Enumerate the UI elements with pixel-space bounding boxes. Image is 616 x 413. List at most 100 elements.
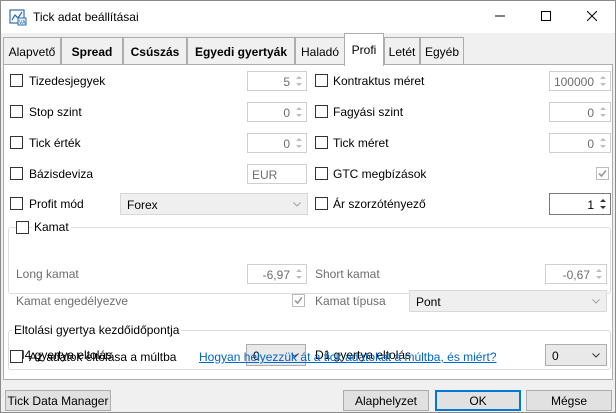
price-multiplier-checkbox[interactable] — [315, 197, 328, 210]
freeze-level-checkbox[interactable] — [315, 105, 328, 118]
maximize-icon — [541, 11, 551, 21]
tick-value-spinner[interactable]: 0 — [247, 133, 307, 153]
tab-spread[interactable]: Spread — [61, 37, 123, 65]
title-bar: VA Tick adat beállításai — [1, 1, 615, 33]
tab-label: Egyedi gyertyák — [194, 44, 288, 59]
swap-type-label: Kamat típusa — [315, 294, 386, 308]
tab-alapveto[interactable]: Alapvető — [3, 37, 61, 65]
spinner-arrows-icon — [296, 76, 302, 86]
base-currency-input[interactable]: EUR — [247, 164, 307, 184]
spinner-arrows-icon — [296, 269, 302, 279]
tick-data-manager-button[interactable]: Tick Data Manager — [5, 390, 111, 411]
swap-short-label: Short kamat — [315, 267, 380, 281]
spinner-arrows-icon — [600, 138, 606, 148]
app-icon: VA — [9, 8, 27, 26]
gtc-orders-label: GTC megbízások — [333, 167, 427, 181]
profit-mode-select[interactable]: Forex — [120, 193, 308, 215]
tab-strip: Alapvető Spread Csúszás Egyedi gyertyák … — [1, 33, 615, 66]
tab-label: Letét — [388, 44, 416, 59]
d1-shift-value: 0 — [552, 349, 559, 363]
reset-button[interactable]: Alaphelyzet — [343, 390, 429, 411]
tick-size-value: 0 — [587, 137, 594, 151]
tab-halado[interactable]: Haladó — [295, 37, 345, 65]
maximize-button[interactable] — [523, 1, 569, 31]
swap-short-spinner[interactable]: -0,67 — [545, 264, 607, 284]
swap-long-spinner[interactable]: -6,97 — [247, 264, 307, 284]
price-multiplier-spinner[interactable]: 1 — [549, 193, 611, 215]
tick-value-value: 0 — [283, 137, 290, 151]
tab-label: Spread — [71, 44, 113, 59]
tick-value-checkbox[interactable] — [10, 136, 23, 149]
price-multiplier-label: Ár szorzótényező — [333, 197, 426, 211]
contract-size-spinner[interactable]: 100000 — [549, 71, 611, 91]
tab-letet[interactable]: Letét — [384, 37, 420, 65]
profit-mode-checkbox[interactable] — [10, 197, 23, 210]
swap-enabled-label: Kamat engedélyezve — [16, 294, 129, 308]
tick-size-label: Tick méret — [333, 136, 389, 150]
swap-long-label: Long kamat — [16, 267, 79, 281]
tab-csuszas[interactable]: Csúszás — [123, 37, 187, 65]
tab-label: Alapvető — [8, 44, 56, 59]
contract-size-value: 100000 — [553, 75, 594, 89]
ok-button[interactable]: OK — [435, 390, 521, 411]
profit-mode-value: Forex — [127, 198, 158, 212]
base-currency-checkbox[interactable] — [10, 167, 23, 180]
decimals-label: Tizedesjegyek — [29, 74, 106, 88]
stop-level-spinner[interactable]: 0 — [247, 102, 307, 122]
window-title: Tick adat beállításai — [33, 10, 139, 24]
gtc-orders-checkbox[interactable] — [315, 167, 328, 180]
tick-size-spinner[interactable]: 0 — [549, 133, 611, 153]
tick-size-checkbox[interactable] — [315, 136, 328, 149]
profi-panel: Tizedesjegyek 5 Kontraktus méret 100000 … — [3, 64, 613, 380]
tab-egyedi-gyertyak[interactable]: Egyedi gyertyák — [187, 37, 295, 65]
decimals-spinner[interactable]: 5 — [247, 71, 307, 91]
tab-label: Csúszás — [130, 44, 180, 59]
tab-label: Profi — [351, 43, 377, 57]
shift-data-label: Az adatok eltolása a múltba — [29, 350, 177, 364]
contract-size-checkbox[interactable] — [315, 74, 328, 87]
close-button[interactable] — [569, 1, 615, 31]
tab-egyeb[interactable]: Egyéb — [420, 37, 464, 65]
minimize-icon — [495, 15, 505, 17]
tab-label: Haladó — [300, 44, 340, 59]
swap-type-value: Pont — [416, 295, 441, 309]
decimals-checkbox[interactable] — [10, 74, 23, 87]
spinner-arrows-icon — [600, 199, 606, 209]
tick-value-label: Tick érték — [29, 136, 81, 150]
spinner-arrows-icon — [296, 138, 302, 148]
minimize-button[interactable] — [477, 1, 523, 31]
tab-profi[interactable]: Profi — [344, 33, 384, 66]
swap-type-select[interactable]: Pont — [409, 290, 607, 312]
close-icon — [587, 11, 597, 21]
chevron-down-icon — [293, 202, 301, 207]
stop-level-label: Stop szint — [29, 105, 82, 119]
swap-enabled-checkbox[interactable] — [292, 294, 305, 307]
spinner-arrows-icon — [596, 269, 602, 279]
shift-data-help-link[interactable]: Hogyan helyezzük át a tick adatokat a mú… — [199, 350, 497, 364]
price-multiplier-value: 1 — [587, 198, 594, 212]
d1-shift-select[interactable]: 0 — [545, 344, 607, 366]
freeze-level-label: Fagyási szint — [333, 105, 404, 119]
decimals-value: 5 — [283, 75, 290, 89]
cancel-button[interactable]: Mégse — [526, 390, 612, 411]
stop-level-value: 0 — [283, 106, 290, 120]
shift-group-title: Eltolási gyertya kezdőidőpontja — [12, 323, 182, 337]
base-currency-value: EUR — [252, 168, 278, 182]
contract-size-label: Kontraktus méret — [333, 74, 425, 88]
spinner-arrows-icon — [600, 76, 606, 86]
stop-level-checkbox[interactable] — [10, 105, 23, 118]
chevron-down-icon — [592, 299, 600, 304]
svg-text:VA: VA — [19, 20, 26, 26]
checkmark-icon — [294, 296, 303, 305]
checkmark-icon — [598, 169, 607, 178]
swap-long-value: -6,97 — [262, 268, 290, 282]
swap-short-value: -0,67 — [562, 268, 590, 282]
spinner-arrows-icon — [296, 107, 302, 117]
shift-data-checkbox[interactable] — [10, 350, 23, 363]
freeze-level-spinner[interactable]: 0 — [549, 102, 611, 122]
settings-window: VA Tick adat beállításai Alapvető Spread… — [0, 0, 616, 413]
gtc-orders-value-checkbox[interactable] — [596, 167, 609, 180]
tab-label: Egyéb — [424, 44, 460, 59]
swap-checkbox[interactable] — [16, 221, 29, 234]
base-currency-label: Bázisdeviza — [29, 167, 94, 181]
